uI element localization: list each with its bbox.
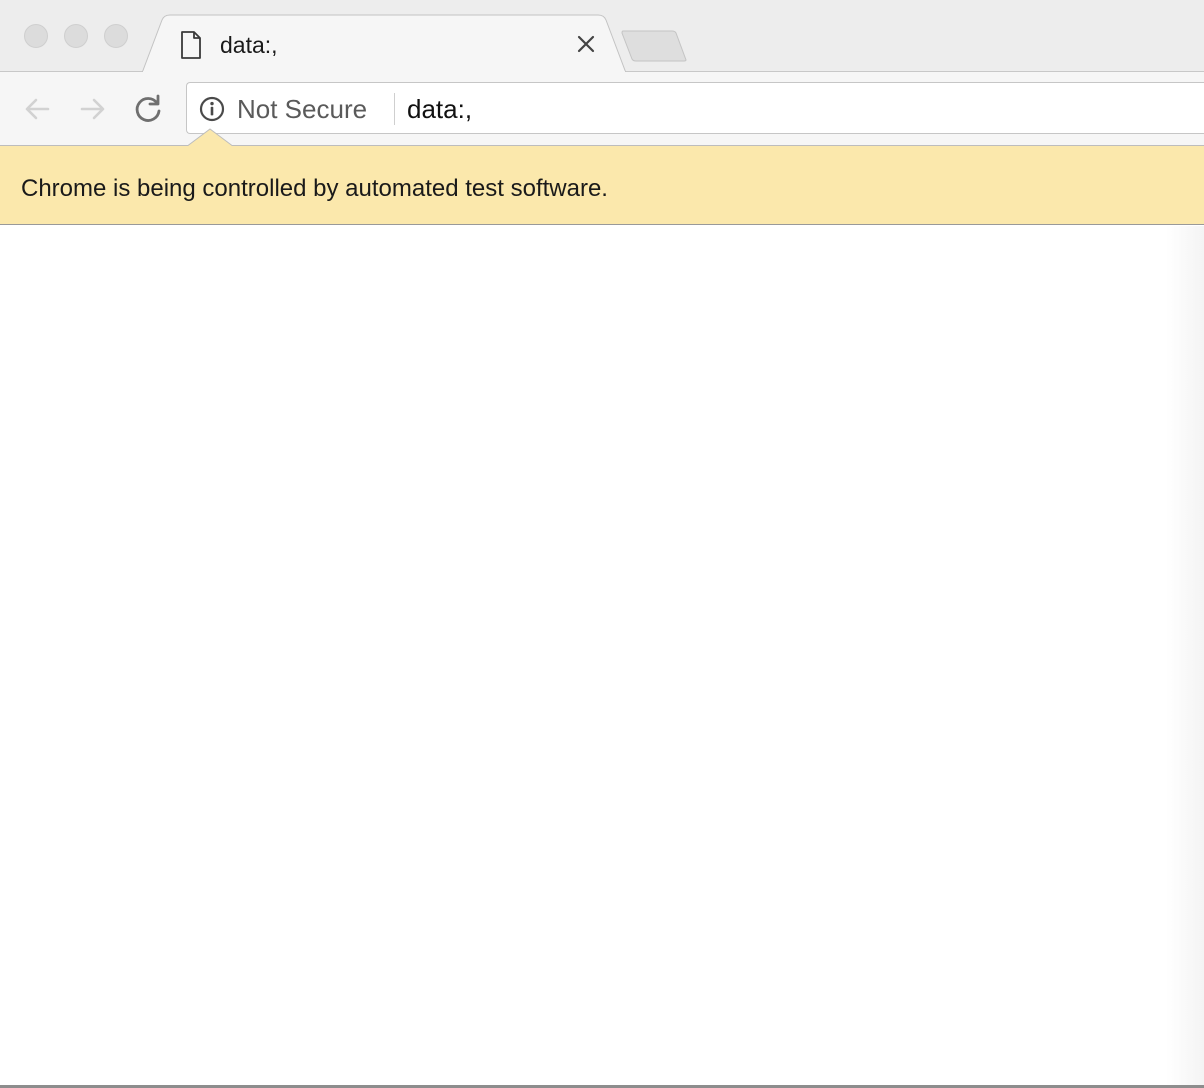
tab-title: data:, [220, 32, 278, 58]
infobar-arrow [186, 128, 236, 148]
arrow-right-icon[interactable] [76, 92, 110, 126]
page-content[interactable] [0, 226, 1204, 1086]
window-minimize-button[interactable] [64, 24, 88, 48]
window-zoom-button[interactable] [104, 24, 128, 48]
close-icon[interactable] [574, 32, 598, 56]
info-icon[interactable] [199, 96, 225, 122]
infobar-message: Chrome is being controlled by automated … [21, 175, 608, 202]
new-tab-button[interactable] [620, 30, 688, 62]
tab-strip: data:, [0, 0, 1204, 73]
document-icon [181, 31, 201, 59]
address-bar[interactable]: Not Secure data:, [186, 82, 1204, 134]
url-text[interactable]: data:, [407, 94, 472, 125]
toolbar: Not Secure data:, [0, 72, 1204, 146]
omnibox-divider [394, 93, 395, 125]
arrow-left-icon[interactable] [20, 92, 54, 126]
tab-active[interactable]: data:, [142, 14, 632, 73]
browser-window: data:, Not Secure data:, Chrome is being… [0, 0, 1204, 1088]
automation-infobar: Chrome is being controlled by automated … [0, 146, 1204, 225]
content-edge [1166, 226, 1204, 1086]
reload-icon[interactable] [131, 92, 165, 126]
window-close-button[interactable] [24, 24, 48, 48]
security-label[interactable]: Not Secure [237, 94, 367, 125]
